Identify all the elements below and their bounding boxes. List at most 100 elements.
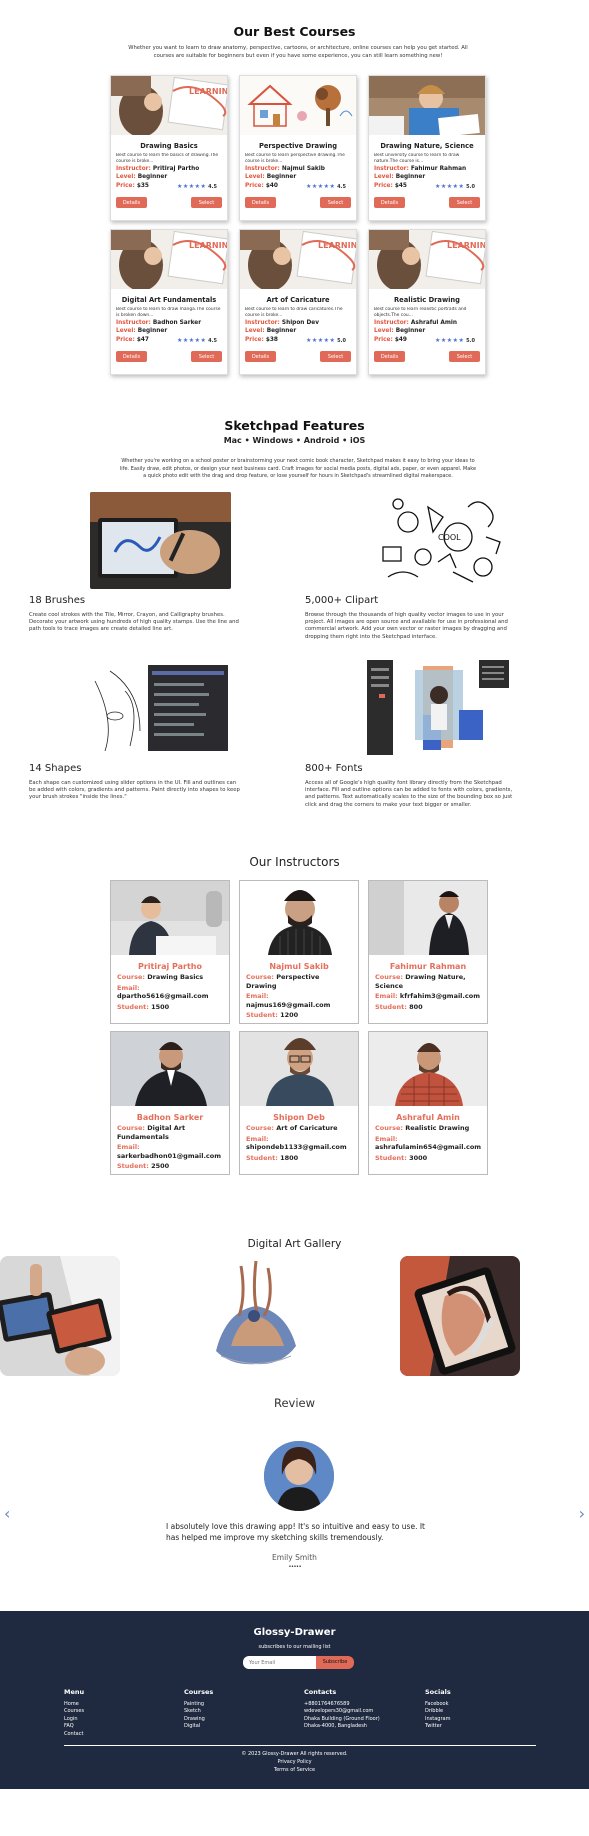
select-button[interactable]: Select — [449, 197, 480, 208]
rating-value: 4.5 — [208, 337, 217, 344]
terms-of-service-link[interactable]: Terms of Service — [0, 1767, 589, 1773]
instructor-card: Badhon Sarker Course: Digital Art Fundam… — [110, 1031, 230, 1175]
student-value: 1500 — [151, 1002, 170, 1011]
price-value: $45 — [394, 182, 407, 189]
instructor-name: Fahimur Rahman — [389, 962, 467, 971]
svg-text:LEARNING: LEARNING — [318, 241, 356, 250]
details-button[interactable]: Details — [245, 197, 276, 208]
instructors-title: Our Instructors — [249, 855, 340, 869]
select-button[interactable]: Select — [320, 197, 351, 208]
footer-link[interactable]: Digital — [184, 1723, 213, 1731]
course-thumbnail: LEARNING — [369, 230, 485, 289]
footer-column-heading: Socials — [425, 1688, 451, 1696]
footer-column-heading: Courses — [184, 1688, 214, 1696]
footer-link[interactable]: Dribble — [425, 1708, 451, 1716]
details-button[interactable]: Details — [374, 351, 405, 362]
select-button[interactable]: Select — [449, 351, 480, 362]
star-icons: ★★★★★ — [434, 336, 465, 344]
price-value: $47 — [136, 336, 149, 343]
footer-brand: Glossy-Drawer — [253, 1627, 336, 1638]
details-button[interactable]: Details — [374, 197, 405, 208]
footer-column-heading: Contacts — [304, 1688, 337, 1696]
instructor-key: Instructor: — [245, 319, 280, 326]
instructor-name: Pritiraj Partho — [138, 962, 202, 971]
instructor-photo — [369, 881, 487, 955]
subscribe-email-input[interactable] — [243, 1656, 318, 1669]
svg-text:LEARNING: LEARNING — [189, 241, 227, 250]
instructor-photo — [369, 1032, 487, 1106]
carousel-dots[interactable]: • • • • • — [0, 1564, 589, 1570]
footer-link[interactable]: Instagram — [425, 1716, 451, 1724]
details-button[interactable]: Details — [116, 197, 147, 208]
instructor-key: Instructor: — [116, 319, 151, 326]
course-level: Level: Beginner — [116, 328, 222, 335]
select-button[interactable]: Select — [191, 351, 222, 362]
level-value: Beginner — [266, 328, 297, 334]
carousel-next-arrow[interactable]: › — [579, 1504, 585, 1523]
price-value: $38 — [265, 336, 278, 343]
select-button[interactable]: Select — [320, 351, 351, 362]
review-text: I absolutely love this drawing app! It's… — [166, 1522, 425, 1542]
gallery-image[interactable] — [0, 1256, 120, 1376]
footer-link[interactable]: Contact — [64, 1731, 84, 1739]
course-description: Best course to learn to draw caricatures… — [245, 307, 343, 318]
course-price: Price: $49 ★★★★★ 5.0 — [374, 337, 480, 344]
select-button[interactable]: Select — [191, 197, 222, 208]
course-description: Best course to learn perspective drawing… — [245, 153, 345, 164]
level-key: Level: — [116, 174, 136, 180]
student-value: 3000 — [409, 1153, 428, 1162]
gallery-image[interactable] — [400, 1256, 520, 1376]
footer-column-heading: Menu — [64, 1688, 85, 1696]
instructor-photo — [111, 881, 229, 955]
feature-description: Each shape can customized using slider o… — [29, 780, 240, 801]
course-title: Realistic Drawing — [394, 296, 460, 304]
carousel-prev-arrow[interactable]: ‹ — [4, 1504, 10, 1523]
footer-link[interactable]: Facebook — [425, 1701, 451, 1709]
course-level: Level: Beginner — [374, 174, 480, 181]
course-card: Drawing Nature, Science Best university … — [368, 75, 486, 221]
rating-value: 5.0 — [337, 337, 346, 344]
details-button[interactable]: Details — [116, 351, 147, 362]
course-level: Level: Beginner — [245, 328, 351, 335]
course-title: Digital Art Fundamentals — [121, 296, 217, 304]
price-key: Price: — [374, 182, 393, 189]
email-key: Email: — [246, 992, 269, 1000]
footer-link[interactable]: Drawing — [184, 1716, 213, 1724]
gallery-image[interactable] — [196, 1256, 316, 1376]
course-description: Best course to learn the basics of drawi… — [116, 153, 219, 164]
feature-description: Access all of Google's high quality font… — [305, 780, 513, 808]
footer-link[interactable]: Twitter — [425, 1723, 451, 1731]
footer-link[interactable]: Courses — [64, 1708, 84, 1716]
instructor-course: Course: Digital Art Fundamentals — [117, 1124, 223, 1141]
details-button[interactable]: Details — [245, 351, 276, 362]
footer-link[interactable]: Home — [64, 1701, 84, 1709]
instructor-email: Email: ashrafulamin654@gmail.com — [375, 1135, 481, 1152]
instructor-value: Shipon Dev — [281, 319, 319, 326]
course-rating: ★★★★★ 4.5 — [177, 337, 217, 345]
email-value: najmus169@gmail.com — [246, 1000, 331, 1009]
instructor-card: Shipon Deb Course: Art of Caricature Ema… — [239, 1031, 359, 1175]
review-title: Review — [273, 1396, 316, 1410]
feature-title: 5,000+ Clipart — [305, 595, 379, 606]
course-price: Price: $35 ★★★★★ 4.5 — [116, 183, 222, 190]
feature-description: Create cool strokes with the Tile, Mirro… — [29, 612, 239, 633]
privacy-policy-link[interactable]: Privacy Policy — [0, 1759, 589, 1765]
footer: Glossy-Drawer subscribes to our mailing … — [0, 1611, 589, 1789]
footer-link[interactable]: Sketch — [184, 1708, 213, 1716]
course-rating: ★★★★★ 4.5 — [177, 183, 217, 191]
student-key: Student: — [246, 1153, 278, 1162]
star-icons: ★★★★★ — [176, 182, 207, 190]
instructor-course: Course: Drawing Nature, Science — [375, 973, 481, 990]
footer-link[interactable]: FAQ — [64, 1723, 84, 1731]
instructor-students: Student: 800 — [375, 1003, 481, 1012]
email-key: Email: — [375, 1134, 398, 1143]
course-card: LEARNING Art of Caricature Best course t… — [239, 229, 357, 375]
footer-link[interactable]: Login — [64, 1716, 84, 1724]
course-thumbnail — [240, 76, 356, 135]
footer-link[interactable]: Painting — [184, 1701, 213, 1709]
course-level: Level: Beginner — [116, 174, 222, 181]
student-key: Student: — [117, 1162, 149, 1170]
subscribe-button[interactable]: Subscribe — [316, 1656, 354, 1669]
footer-contact-phone: +8801764676589 — [304, 1700, 350, 1707]
rating-value: 5.0 — [466, 183, 475, 190]
